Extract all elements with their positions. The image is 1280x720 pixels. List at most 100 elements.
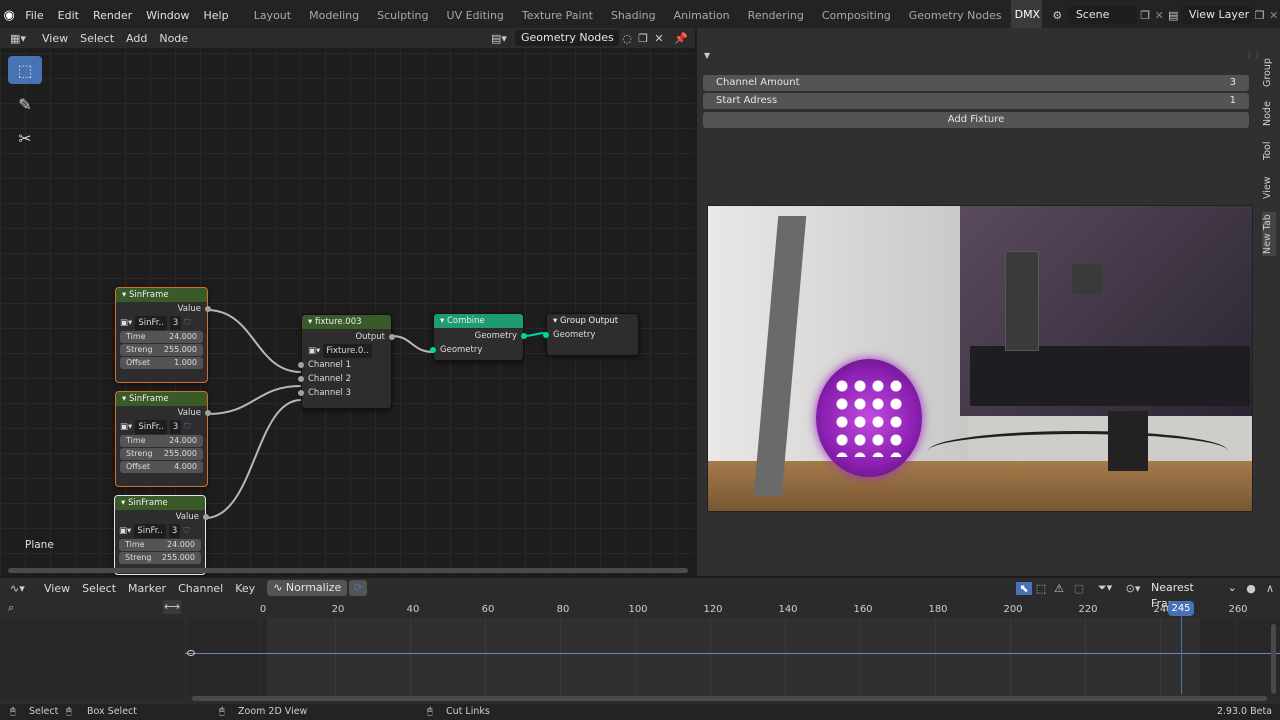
time-field[interactable]: Time 24.000 <box>120 331 203 343</box>
group-icon[interactable]: ▣▾ <box>119 524 131 538</box>
menu-key[interactable]: Key <box>229 582 261 595</box>
tab-dmx[interactable]: DMX Co <box>1010 0 1043 30</box>
editor-type-icon[interactable]: ∿▾ <box>0 582 38 595</box>
current-frame-badge[interactable]: 245 <box>1168 601 1194 616</box>
scene-copy-icon[interactable]: ❐ <box>1137 9 1152 22</box>
node-header[interactable]: ▾ fixture.003 <box>302 315 391 329</box>
node-sinframe-1[interactable]: ▾ SinFrame Value ▣▾ SinFr.. 3 ⛉ Time 24.000 … <box>115 287 211 383</box>
tab-modeling[interactable]: Modeling <box>300 9 368 22</box>
pivot-icon[interactable]: ⊙▾ <box>1120 582 1146 595</box>
tab-uv-editing[interactable]: UV Editing <box>438 9 513 22</box>
proportional-icon[interactable]: ● <box>1242 582 1260 595</box>
node-editor[interactable]: ▦▾ View Select Add Node ▤▾ Geometry Node… <box>0 28 695 576</box>
scene-icon[interactable]: ⚙ <box>1052 9 1067 22</box>
group-selector[interactable]: SinFr.. <box>135 316 167 330</box>
view-layer-name[interactable]: View Layer <box>1180 6 1252 24</box>
view-layer-icon[interactable]: ▤ <box>1166 9 1181 22</box>
tab-rendering[interactable]: Rendering <box>739 9 813 22</box>
panel-drag-icon[interactable]: ⋮⋮ <box>1245 50 1261 59</box>
graph-area[interactable] <box>185 618 1280 696</box>
time-field[interactable]: Time 24.000 <box>120 435 203 447</box>
menu-window[interactable]: Window <box>139 9 196 22</box>
tab-texture-paint[interactable]: Texture Paint <box>513 9 602 22</box>
group-selector[interactable]: SinFr.. <box>135 420 167 434</box>
group-icon[interactable]: ▣▾ <box>120 316 132 330</box>
start-address-field[interactable]: Start Adress 1 <box>703 93 1249 109</box>
normalize-toggle[interactable]: ∿ Normalize <box>267 580 348 596</box>
offset-field[interactable]: Offset 4.000 <box>120 461 203 473</box>
timeline-editor[interactable]: ∿▾ View Select Marker Channel Key ∿ Norm… <box>0 578 1280 704</box>
menu-channel[interactable]: Channel <box>172 582 229 595</box>
menu-select[interactable]: Select <box>76 582 122 595</box>
input-socket[interactable] <box>430 347 436 353</box>
tab-shading[interactable]: Shading <box>602 9 665 22</box>
scene-name[interactable]: Scene <box>1067 6 1138 24</box>
output-socket[interactable] <box>389 334 395 340</box>
blender-logo-icon[interactable]: ◉ <box>0 8 18 23</box>
node-sinframe-3[interactable]: ▾ SinFrame Value ▣▾ SinFr.. 3 ⛉ Time 24.000 … <box>114 495 209 575</box>
node-sinframe-2[interactable]: ▾ SinFrame Value ▣▾ SinFr.. 3 ⛉ Time 24.000 … <box>115 391 211 487</box>
show-hidden-icon[interactable]: ⬚ <box>1032 582 1050 595</box>
vertical-scrollbar[interactable] <box>1271 624 1276 694</box>
refresh-icon[interactable]: ⟳ <box>349 580 367 596</box>
show-errors-icon[interactable]: ⚠ <box>1050 582 1068 595</box>
group-selector[interactable]: Fixture.0.. <box>323 344 372 358</box>
keyframe-handle[interactable] <box>187 650 195 656</box>
output-socket[interactable] <box>521 333 527 339</box>
tab-sculpting[interactable]: Sculpting <box>368 9 437 22</box>
strength-field[interactable]: Streng 255.000 <box>119 552 201 564</box>
node-header[interactable]: ▾ SinFrame <box>116 392 207 406</box>
view-layer-close-icon[interactable]: ✕ <box>1267 9 1280 22</box>
interp-dropdown[interactable]: Nearest Frame⌄ <box>1146 580 1242 610</box>
scene-close-icon[interactable]: ✕ <box>1153 9 1166 22</box>
menu-help[interactable]: Help <box>197 9 236 22</box>
input-socket[interactable] <box>298 376 304 382</box>
view-layer-copy-icon[interactable]: ❐ <box>1252 9 1267 22</box>
node-header[interactable]: ▾ SinFrame <box>115 496 205 510</box>
offset-field[interactable]: Offset 1.000 <box>120 357 203 369</box>
menu-edit[interactable]: Edit <box>51 9 86 22</box>
shield-icon[interactable]: ⛉ <box>183 524 189 538</box>
node-combine[interactable]: ▾ Combine Geometry Geometry <box>430 313 527 361</box>
menu-file[interactable]: File <box>18 9 50 22</box>
node-fixture[interactable]: ▾ fixture.003 Output ▣▾ Fixture.0.. Chann… <box>298 314 395 409</box>
tab-group[interactable]: Group <box>1262 58 1276 88</box>
node-header[interactable]: ▾ SinFrame <box>116 288 207 302</box>
panel-collapse-icon[interactable]: ▼ <box>704 51 710 60</box>
group-icon[interactable]: ▣▾ <box>308 344 320 358</box>
input-socket[interactable] <box>298 362 304 368</box>
group-selector[interactable]: SinFr.. <box>134 524 166 538</box>
only-selected-icon[interactable]: ⬉ <box>1016 581 1032 595</box>
search-icon[interactable]: ⌕ <box>8 601 14 615</box>
menu-marker[interactable]: Marker <box>122 582 172 595</box>
tab-compositing[interactable]: Compositing <box>813 9 900 22</box>
strength-field[interactable]: Streng 255.000 <box>120 344 203 356</box>
input-socket[interactable] <box>298 390 304 396</box>
channel-amount-field[interactable]: Channel Amount 3 <box>703 75 1249 91</box>
tab-geometry-nodes[interactable]: Geometry Nodes <box>900 9 1011 22</box>
group-icon[interactable]: ▣▾ <box>120 420 132 434</box>
node-header[interactable]: ▾ Group Output <box>547 314 638 328</box>
menu-view[interactable]: View <box>38 582 76 595</box>
menu-render[interactable]: Render <box>86 9 139 22</box>
tab-layout[interactable]: Layout <box>245 9 300 22</box>
horizontal-scrollbar[interactable] <box>8 568 688 573</box>
tab-node[interactable]: Node <box>1262 100 1276 128</box>
add-fixture-button[interactable]: Add Fixture <box>703 112 1249 128</box>
tab-tool[interactable]: Tool <box>1262 138 1276 164</box>
filter-icon[interactable]: ⏷▾ <box>1090 581 1120 595</box>
timeline-scrollbar[interactable] <box>192 696 1267 701</box>
strength-field[interactable]: Streng 255.000 <box>120 448 203 460</box>
node-group-output[interactable]: ▾ Group Output Geometry <box>543 313 639 356</box>
swap-icon[interactable]: ⟷ <box>163 600 181 614</box>
curve-icon[interactable]: ∧ <box>1260 582 1280 595</box>
ghost-icon[interactable]: ▢ <box>1068 582 1090 595</box>
tab-view[interactable]: View <box>1262 175 1276 201</box>
shield-icon[interactable]: ⛉ <box>184 420 190 434</box>
output-socket[interactable] <box>203 514 209 520</box>
output-socket[interactable] <box>205 410 211 416</box>
output-socket[interactable] <box>205 306 211 312</box>
input-socket[interactable] <box>543 332 549 338</box>
tab-new[interactable]: New Tab <box>1262 212 1276 256</box>
node-header[interactable]: ▾ Combine <box>434 314 523 328</box>
